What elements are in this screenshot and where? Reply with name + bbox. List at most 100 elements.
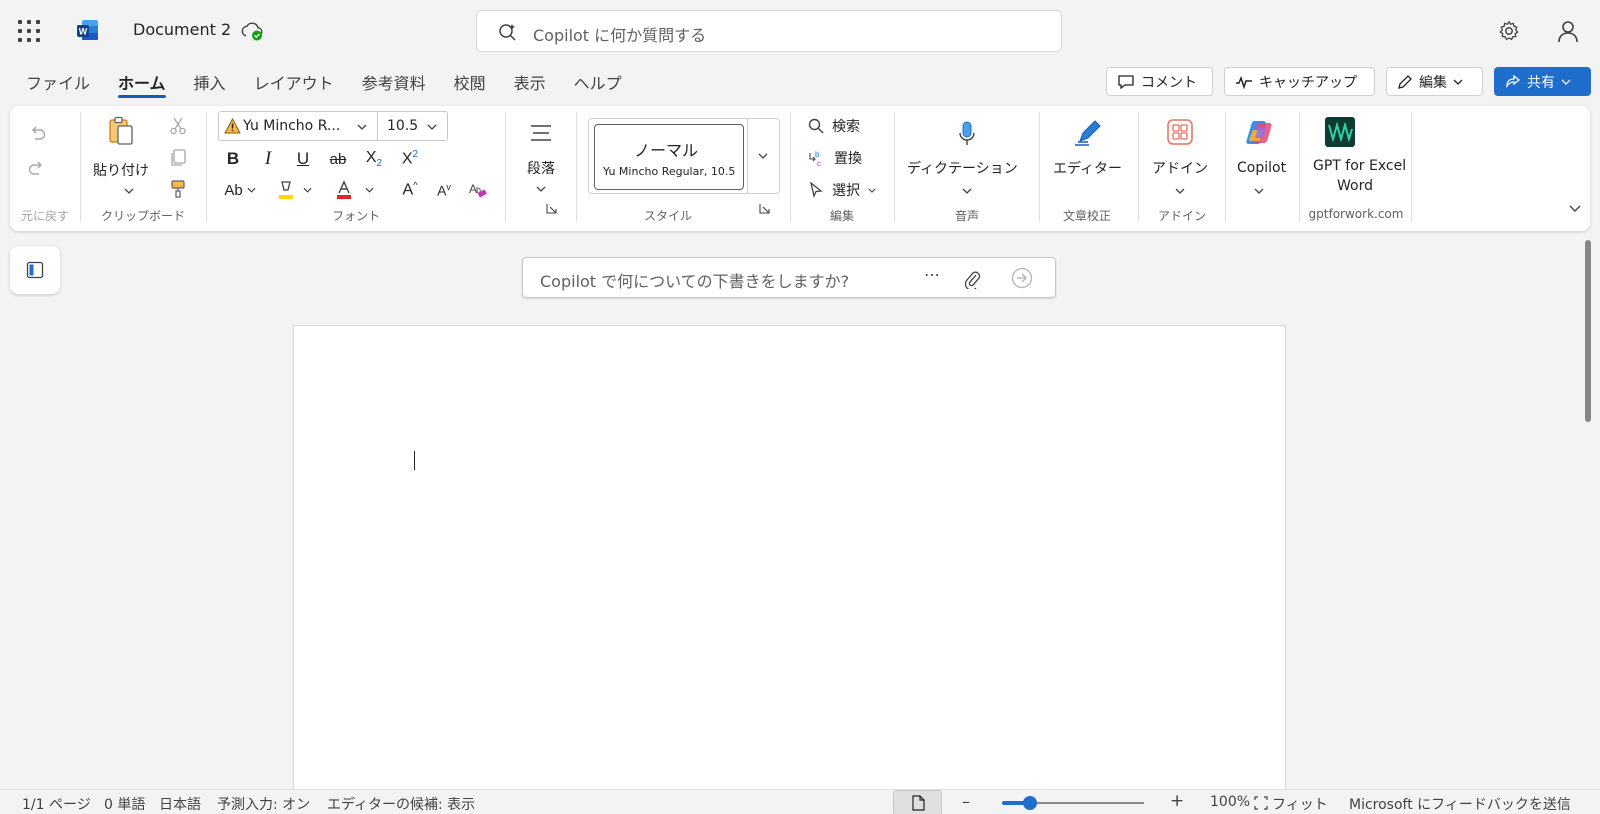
paragraph-button[interactable] bbox=[526, 118, 556, 148]
format-painter-button[interactable] bbox=[165, 177, 191, 201]
ribbon-collapse-chevron-icon[interactable] bbox=[1569, 205, 1581, 212]
bold-icon: B bbox=[226, 149, 240, 168]
copy-button[interactable] bbox=[165, 146, 191, 170]
format-painter-icon bbox=[171, 180, 185, 198]
copilot-button[interactable] bbox=[1242, 116, 1276, 150]
predictive-text-status[interactable]: 予測入力: オン bbox=[217, 794, 310, 814]
account-user-icon[interactable] bbox=[1556, 19, 1580, 43]
send-arrow-icon[interactable] bbox=[1011, 267, 1033, 289]
dictate-button[interactable] bbox=[952, 118, 982, 150]
word-count[interactable]: 0 単語 bbox=[104, 794, 145, 814]
tab-insert[interactable]: 挿入 bbox=[194, 68, 226, 98]
style-normal-card[interactable]: ノーマル Yu Mincho Regular, 10.5 bbox=[594, 124, 744, 190]
document-page[interactable] bbox=[293, 325, 1286, 795]
shrink-font-button[interactable]: Av bbox=[430, 176, 458, 204]
voice-group-label: 音声 bbox=[954, 209, 980, 223]
copilot-search-icon bbox=[499, 24, 516, 41]
find-label: 検索 bbox=[832, 119, 860, 135]
fit-button[interactable]: フィット bbox=[1272, 794, 1328, 814]
catchup-button[interactable]: キャッチアップ bbox=[1224, 67, 1375, 96]
undo-button[interactable] bbox=[24, 121, 50, 147]
strikethrough-button[interactable]: ab bbox=[325, 146, 351, 172]
paperclip-attach-icon[interactable] bbox=[963, 269, 981, 289]
vertical-scrollbar[interactable] bbox=[1585, 240, 1591, 422]
chevron-down-icon bbox=[1453, 79, 1463, 85]
bold-button[interactable]: B bbox=[220, 146, 246, 172]
pencil-icon bbox=[1398, 74, 1412, 89]
tab-review[interactable]: 校閲 bbox=[454, 68, 486, 98]
paste-button[interactable] bbox=[104, 114, 138, 148]
tab-layout[interactable]: レイアウト bbox=[254, 68, 334, 98]
gpt-group-label: gptforwork.com bbox=[1308, 207, 1404, 221]
tab-file[interactable]: ファイル bbox=[26, 68, 90, 98]
styles-dialog-launcher-icon[interactable] bbox=[759, 203, 770, 214]
subscript-button[interactable]: X2 bbox=[360, 146, 388, 172]
chevron-down-icon[interactable] bbox=[1254, 188, 1264, 194]
tab-references[interactable]: 参考資料 bbox=[362, 68, 426, 98]
zoom-slider-thumb[interactable] bbox=[1023, 796, 1038, 810]
chevron-down-icon[interactable] bbox=[536, 186, 546, 192]
italic-button[interactable]: I bbox=[255, 146, 281, 172]
copilot-search-box[interactable]: Copilot に何か質問する bbox=[476, 10, 1062, 52]
addins-button-label: アドイン bbox=[1152, 161, 1208, 177]
styles-expand-chevron-icon[interactable] bbox=[758, 153, 768, 159]
grow-font-button[interactable]: A^ bbox=[396, 176, 424, 204]
italic-icon: I bbox=[264, 148, 272, 169]
paragraph-dialog-launcher-icon[interactable] bbox=[546, 203, 557, 214]
select-button[interactable]: 選択 bbox=[808, 178, 884, 202]
superscript-button[interactable]: X2 bbox=[396, 146, 424, 172]
ribbon-separator bbox=[790, 112, 791, 222]
gpt-for-excel-word-button[interactable] bbox=[1324, 116, 1356, 148]
zoom-in-button[interactable]: + bbox=[1170, 791, 1184, 811]
print-layout-view-button[interactable] bbox=[893, 790, 942, 814]
undo-icon bbox=[32, 126, 46, 140]
tab-help[interactable]: ヘルプ bbox=[574, 68, 622, 98]
find-button[interactable]: 検索 bbox=[808, 114, 870, 138]
zoom-percent[interactable]: 100% bbox=[1210, 794, 1250, 810]
change-case-button[interactable]: Ab bbox=[220, 176, 260, 204]
clipboard-group-label: クリップボード bbox=[100, 209, 186, 223]
tab-home[interactable]: ホーム bbox=[118, 68, 166, 98]
language-indicator[interactable]: 日本語 bbox=[159, 794, 201, 814]
scissors-icon bbox=[170, 117, 186, 135]
feedback-link[interactable]: Microsoft にフィードバックを送信 bbox=[1349, 794, 1571, 814]
app-launcher-icon[interactable] bbox=[18, 20, 40, 42]
copilot-draft-prompt[interactable]: Copilot で何についての下書きをしますか? ⋯ bbox=[522, 257, 1056, 298]
font-name-select[interactable]: Yu Mincho R... bbox=[218, 111, 378, 141]
ribbon-separator bbox=[1039, 112, 1040, 222]
ribbon-separator bbox=[206, 112, 207, 222]
svg-text:W: W bbox=[79, 27, 88, 37]
cut-button[interactable] bbox=[165, 114, 191, 138]
document-title[interactable]: Document 2 bbox=[133, 20, 231, 39]
font-size-select[interactable]: 10.5 bbox=[377, 111, 448, 141]
navigation-pane-button[interactable] bbox=[10, 246, 60, 294]
chevron-down-icon bbox=[364, 187, 374, 193]
cloud-saved-icon[interactable] bbox=[240, 20, 264, 42]
chevron-down-icon[interactable] bbox=[1175, 188, 1185, 194]
word-logo-icon[interactable]: W bbox=[76, 18, 100, 42]
underline-button[interactable]: U bbox=[290, 146, 316, 172]
gpt-label-line2: Word bbox=[1337, 178, 1373, 194]
editor-suggestions-status[interactable]: エディターの候補: 表示 bbox=[327, 794, 475, 814]
font-color-button[interactable] bbox=[330, 176, 378, 204]
chevron-down-icon[interactable] bbox=[124, 188, 134, 194]
share-button[interactable]: 共有 bbox=[1494, 67, 1591, 96]
zoom-out-button[interactable]: – bbox=[962, 792, 970, 811]
replace-button[interactable]: bc 置換 bbox=[808, 146, 870, 170]
editor-button[interactable] bbox=[1070, 116, 1106, 150]
addins-button[interactable] bbox=[1164, 116, 1196, 148]
more-options-icon[interactable]: ⋯ bbox=[924, 265, 940, 284]
edit-mode-button[interactable]: 編集 bbox=[1386, 67, 1483, 96]
strikethrough-icon: ab bbox=[329, 150, 347, 168]
tab-view[interactable]: 表示 bbox=[514, 68, 546, 98]
clear-formatting-button[interactable]: Ab bbox=[464, 176, 492, 204]
copy-icon bbox=[171, 149, 186, 166]
navigation-pane-icon bbox=[26, 261, 44, 279]
settings-gear-icon[interactable] bbox=[1498, 20, 1520, 42]
comment-button[interactable]: コメント bbox=[1106, 67, 1213, 96]
chevron-down-icon[interactable] bbox=[962, 188, 972, 194]
highlight-color-button[interactable] bbox=[272, 176, 316, 204]
page-count[interactable]: 1/1 ページ bbox=[22, 794, 91, 814]
copilot-draft-placeholder: Copilot で何についての下書きをしますか? bbox=[540, 272, 850, 291]
redo-button[interactable] bbox=[24, 156, 50, 182]
